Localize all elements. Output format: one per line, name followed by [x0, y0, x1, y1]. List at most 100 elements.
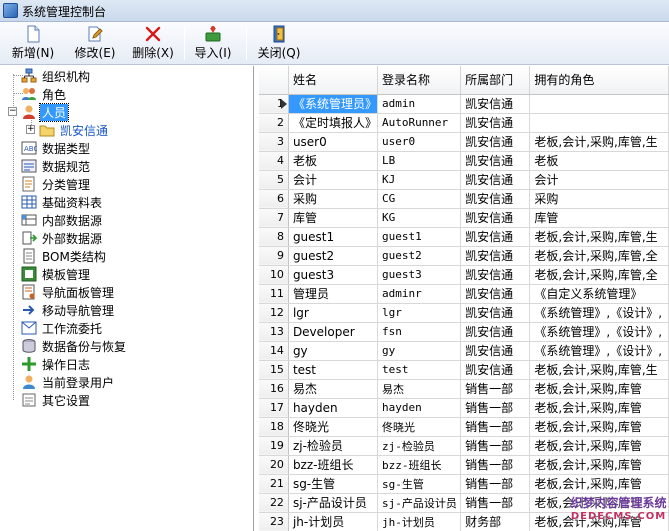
table-row[interactable]: 9 guest2 guest2 凯安信通 老板,会计,采购,库管,全: [259, 246, 669, 266]
table-row[interactable]: 7 库管 KG 凯安信通 库管: [259, 208, 669, 228]
table-row[interactable]: 11 管理员 adminr 凯安信通 《自定义系统管理》: [259, 284, 669, 304]
col-header-name[interactable]: 姓名: [288, 66, 378, 95]
personnel-grid[interactable]: 姓名 登录名称 所属部门 拥有的角色 1 《系统管理员》 admin 凯安信通 2 《定时…: [259, 66, 669, 531]
col-header-dept[interactable]: 所属部门: [460, 66, 531, 95]
login-cell[interactable]: adminr: [377, 284, 462, 304]
name-cell[interactable]: lgr: [288, 303, 378, 323]
roles-cell[interactable]: [529, 94, 669, 114]
login-cell[interactable]: CG: [377, 189, 462, 209]
import-button[interactable]: 导入(I): [190, 24, 236, 63]
roles-cell[interactable]: 老板,会计,采购,库管,生: [529, 360, 669, 380]
table-row[interactable]: 2 《定时填报人》 AutoRunner 凯安信通: [259, 113, 669, 133]
tree-item-role[interactable]: 角色: [21, 85, 68, 103]
login-cell[interactable]: sj-产品设计员: [377, 493, 462, 513]
roles-cell[interactable]: 《自定义系统管理》: [529, 284, 669, 304]
dept-cell[interactable]: 销售一部: [460, 379, 531, 399]
nav-tree[interactable]: − + 组织机构 角色 人员 凯安信通 ABC 数据类型 数据规范 分类管理 基…: [0, 66, 254, 531]
roles-cell[interactable]: 老板,会计,采购,库管,全: [529, 246, 669, 266]
table-row[interactable]: 8 guest1 guest1 凯安信通 老板,会计,采购,库管,生: [259, 227, 669, 247]
name-cell[interactable]: 易杰: [288, 379, 378, 399]
dept-cell[interactable]: 凯安信通: [460, 208, 531, 228]
name-cell[interactable]: Developer: [288, 322, 378, 342]
dept-cell[interactable]: 凯安信通: [460, 113, 531, 133]
tree-item-internal-source[interactable]: 内部数据源: [21, 211, 104, 229]
table-row[interactable]: 6 采购 CG 凯安信通 采购: [259, 189, 669, 209]
name-cell[interactable]: 采购: [288, 189, 378, 209]
roles-cell[interactable]: 老板,会计,采购,库管,生: [529, 227, 669, 247]
login-cell[interactable]: AutoRunner: [377, 113, 462, 133]
col-header-login[interactable]: 登录名称: [377, 66, 462, 95]
dept-cell[interactable]: 销售一部: [460, 455, 531, 475]
col-header-roles[interactable]: 拥有的角色: [529, 66, 669, 95]
name-cell[interactable]: 库管: [288, 208, 378, 228]
table-row[interactable]: 20 bzz-班组长 bzz-班组长 销售一部 老板,会计,采购,库管: [259, 455, 669, 475]
login-cell[interactable]: guest3: [377, 265, 462, 285]
tree-item-personnel[interactable]: 人员: [21, 102, 70, 122]
edit-button[interactable]: 修改(E): [70, 24, 120, 63]
tree-item-online-users[interactable]: 当前登录用户: [21, 373, 116, 391]
login-cell[interactable]: zj-检验员: [377, 436, 462, 456]
dept-cell[interactable]: 凯安信通: [460, 151, 531, 171]
dept-cell[interactable]: 凯安信通: [460, 227, 531, 247]
name-cell[interactable]: 《定时填报人》: [288, 113, 378, 133]
roles-cell[interactable]: 老板,会计,采购,库管,全: [529, 265, 669, 285]
table-row[interactable]: 5 会计 KJ 凯安信通 会计: [259, 170, 669, 190]
name-cell[interactable]: 管理员: [288, 284, 378, 304]
delete-button[interactable]: 删除(X): [130, 24, 176, 63]
dept-cell[interactable]: 凯安信通: [460, 303, 531, 323]
table-row[interactable]: 4 老板 LB 凯安信通 老板: [259, 151, 669, 171]
login-cell[interactable]: sg-生管: [377, 474, 462, 494]
roles-cell[interactable]: 会计: [529, 170, 669, 190]
roles-cell[interactable]: 《系统管理》,《设计》,: [529, 341, 669, 361]
login-cell[interactable]: jh-计划员: [377, 512, 462, 531]
tree-item-nav-panel[interactable]: 导航面板管理: [21, 283, 116, 301]
dept-cell[interactable]: 销售一部: [460, 474, 531, 494]
roles-cell[interactable]: 老板,会计,采购,库管: [529, 436, 669, 456]
tree-item-external-source[interactable]: 外部数据源: [21, 229, 104, 247]
tree-item-backup[interactable]: 数据备份与恢复: [21, 337, 128, 355]
name-cell[interactable]: user0: [288, 132, 378, 152]
table-row[interactable]: 12 lgr lgr 凯安信通 《系统管理》,《设计》,: [259, 303, 669, 323]
dept-cell[interactable]: 销售一部: [460, 398, 531, 418]
login-cell[interactable]: lgr: [377, 303, 462, 323]
table-row[interactable]: 14 gy gy 凯安信通 《系统管理》,《设计》,: [259, 341, 669, 361]
name-cell[interactable]: 会计: [288, 170, 378, 190]
login-cell[interactable]: 易杰: [377, 379, 462, 399]
login-cell[interactable]: hayden: [377, 398, 462, 418]
tree-item-org[interactable]: 组织机构: [21, 67, 92, 85]
roles-cell[interactable]: 老板,会计,采购,库管: [529, 455, 669, 475]
tree-item-workflow[interactable]: 工作流委托: [21, 319, 104, 337]
tree-item-category[interactable]: 分类管理: [21, 175, 92, 193]
dept-cell[interactable]: 凯安信通: [460, 322, 531, 342]
login-cell[interactable]: fsn: [377, 322, 462, 342]
name-cell[interactable]: bzz-班组长: [288, 455, 378, 475]
name-cell[interactable]: sj-产品设计员: [288, 493, 378, 513]
table-row[interactable]: 17 hayden hayden 销售一部 老板,会计,采购,库管: [259, 398, 669, 418]
dept-cell[interactable]: 销售一部: [460, 417, 531, 437]
login-cell[interactable]: KG: [377, 208, 462, 228]
expand-toggle[interactable]: +: [26, 125, 35, 134]
login-cell[interactable]: guest1: [377, 227, 462, 247]
roles-cell[interactable]: 老板,会计,采购,库管: [529, 474, 669, 494]
login-cell[interactable]: KJ: [377, 170, 462, 190]
table-row[interactable]: 1 《系统管理员》 admin 凯安信通: [259, 94, 669, 114]
dept-cell[interactable]: 凯安信通: [460, 132, 531, 152]
collapse-toggle[interactable]: −: [8, 107, 17, 116]
dept-cell[interactable]: 凯安信通: [460, 341, 531, 361]
table-row[interactable]: 21 sg-生管 sg-生管 销售一部 老板,会计,采购,库管: [259, 474, 669, 494]
dept-cell[interactable]: 凯安信通: [460, 265, 531, 285]
tree-item-basic-table[interactable]: 基础资料表: [21, 193, 104, 211]
table-row[interactable]: 10 guest3 guest3 凯安信通 老板,会计,采购,库管,全: [259, 265, 669, 285]
tree-item-data-spec[interactable]: 数据规范: [21, 157, 92, 175]
dept-cell[interactable]: 凯安信通: [460, 360, 531, 380]
table-row[interactable]: 15 test test 凯安信通 老板,会计,采购,库管,生: [259, 360, 669, 380]
tree-item-bom[interactable]: BOM类结构: [21, 247, 108, 265]
name-cell[interactable]: guest3: [288, 265, 378, 285]
table-row[interactable]: 13 Developer fsn 凯安信通 《系统管理》,《设计》,: [259, 322, 669, 342]
dept-cell[interactable]: 凯安信通: [460, 246, 531, 266]
login-cell[interactable]: LB: [377, 151, 462, 171]
login-cell[interactable]: bzz-班组长: [377, 455, 462, 475]
roles-cell[interactable]: 《系统管理》,《设计》,: [529, 322, 669, 342]
name-cell[interactable]: jh-计划员: [288, 512, 378, 531]
login-cell[interactable]: user0: [377, 132, 462, 152]
